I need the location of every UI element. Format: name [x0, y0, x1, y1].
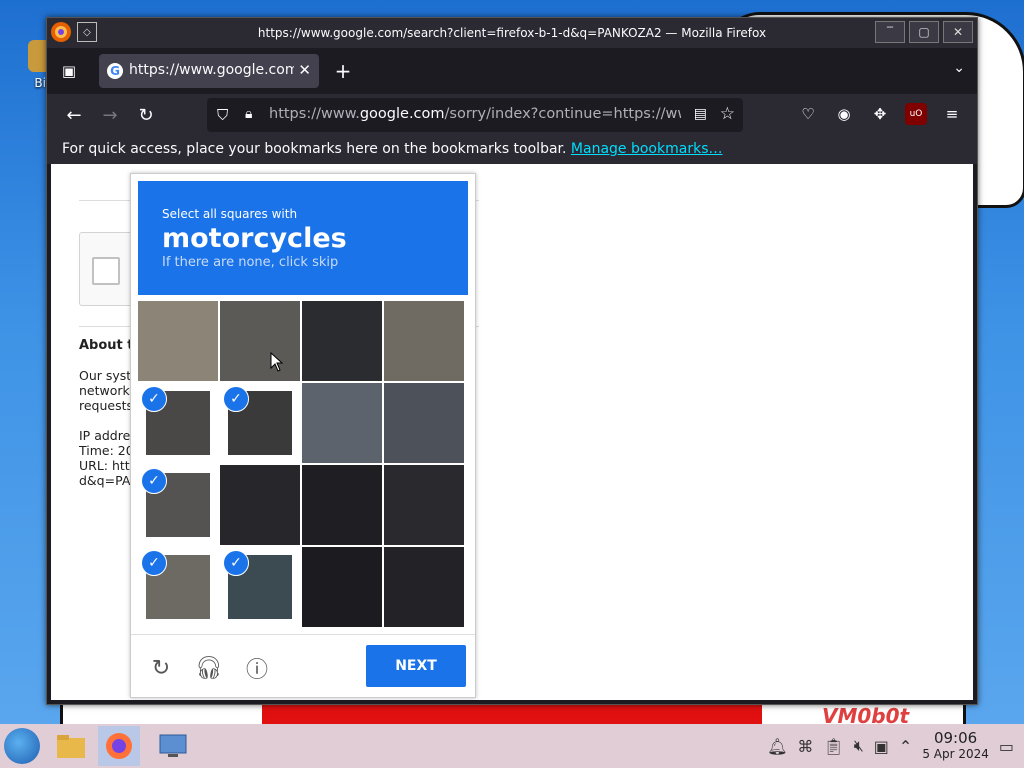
maximize-button[interactable]: ▢: [909, 21, 939, 43]
captcha-tile[interactable]: ✓: [220, 383, 300, 463]
info-icon[interactable]: ⓘ: [243, 654, 271, 683]
url-bar[interactable]: ⛉ 🔒︎ https://www.google.com/sorry/index?…: [207, 98, 743, 132]
tab-title: https://www.google.com/sorry/index?conti…: [129, 62, 294, 78]
show-desktop-icon[interactable]: ▭: [999, 737, 1014, 756]
captcha-header: Select all squares with motorcycles If t…: [138, 181, 468, 295]
captcha-tile-image: [384, 465, 464, 545]
captcha-tile[interactable]: [302, 547, 382, 627]
new-tab-button[interactable]: +: [331, 59, 355, 83]
captcha-tile-image: [384, 547, 464, 627]
captcha-tile[interactable]: [384, 383, 464, 463]
minimize-button[interactable]: ‾: [875, 21, 905, 43]
start-menu-icon[interactable]: [4, 728, 40, 764]
bookmarks-toolbar: For quick access, place your bookmarks h…: [47, 136, 977, 164]
tab-google[interactable]: G https://www.google.com/sorry/index?con…: [99, 54, 319, 88]
captcha-tile-image: [302, 383, 382, 463]
url-rest: /sorry/index?continue=https://www.google…: [444, 106, 681, 122]
taskbar: 🔔︎ ⌘ 📋︎ 🔇︎ ▣ ⌃ 09:06 5 Apr 2024 ▭: [0, 724, 1024, 768]
captcha-tile-image: [220, 465, 300, 545]
extensions-icon[interactable]: ✥: [869, 103, 891, 125]
captcha-tile[interactable]: [384, 465, 464, 545]
window-title: https://www.google.com/search?client=fir…: [257, 26, 767, 40]
bookmark-star-icon[interactable]: ☆: [720, 104, 735, 124]
clock-time: 09:06: [933, 729, 978, 747]
captcha-tile[interactable]: ✓: [138, 383, 218, 463]
audio-challenge-icon[interactable]: 🎧︎: [195, 654, 223, 682]
captcha-tile[interactable]: ✓: [138, 465, 218, 545]
list-all-tabs-icon[interactable]: ⌄: [953, 60, 965, 76]
tab-bar: ▣ G https://www.google.com/sorry/index?c…: [47, 48, 977, 94]
pocket-icon[interactable]: ♡: [797, 103, 819, 125]
captcha-grid: ✓ ✓ ✓ ✓ ✓: [138, 301, 468, 631]
navigation-toolbar: ← → ↻ ⛉ 🔒︎ https://www.google.com/sorry/…: [47, 94, 977, 136]
captcha-tile[interactable]: [302, 465, 382, 545]
show-hidden-icons-icon[interactable]: ⌃: [899, 737, 912, 756]
captcha-tile[interactable]: [302, 301, 382, 381]
captcha-tile-image: [384, 301, 464, 381]
ublock-origin-icon[interactable]: uO: [905, 103, 927, 125]
clock-date: 5 Apr 2024: [922, 747, 989, 761]
tracking-protection-icon[interactable]: ⛉: [217, 106, 228, 124]
captcha-target: motorcycles: [162, 223, 347, 254]
bookmarks-message: For quick access, place your bookmarks h…: [62, 141, 571, 157]
captcha-tile[interactable]: ✓: [138, 547, 218, 627]
captcha-instruction: Select all squares with: [162, 207, 298, 221]
captcha-tile[interactable]: [220, 465, 300, 545]
tab-list-icon[interactable]: ▣: [57, 60, 81, 82]
url-domain: google.com: [359, 106, 445, 122]
file-manager-icon[interactable]: [50, 726, 92, 766]
captcha-tile[interactable]: [384, 301, 464, 381]
close-button[interactable]: ✕: [943, 21, 973, 43]
firefox-taskbar-icon[interactable]: [98, 726, 140, 766]
wallpaper-text: VM0b0t: [822, 704, 910, 724]
mouse-cursor-icon: [270, 352, 284, 372]
notifications-icon[interactable]: 🔔︎: [767, 737, 787, 756]
checkmark-icon: ✓: [141, 468, 167, 494]
clock[interactable]: 09:06 5 Apr 2024: [922, 730, 989, 762]
next-button[interactable]: NEXT: [366, 645, 466, 687]
url-text[interactable]: https://www.google.com/sorry/index?conti…: [269, 106, 681, 122]
captcha-tile[interactable]: ✓: [220, 547, 300, 627]
checkmark-icon: ✓: [141, 386, 167, 412]
captcha-tile-image: [384, 383, 464, 463]
captcha-tile[interactable]: [302, 383, 382, 463]
captcha-tile-image: [302, 547, 382, 627]
captcha-tile-image: [138, 301, 218, 381]
captcha-tile[interactable]: [384, 547, 464, 627]
clipboard-icon[interactable]: 📋︎: [823, 737, 843, 756]
system-tray: 🔔︎ ⌘ 📋︎ 🔇︎ ▣ ⌃ 09:06 5 Apr 2024 ▭: [767, 724, 1024, 768]
checkmark-icon: ✓: [223, 386, 249, 412]
google-favicon-icon: G: [107, 63, 123, 79]
reader-view-icon[interactable]: ▤: [694, 106, 707, 122]
captcha-tile-image: [302, 301, 382, 381]
forward-button[interactable]: →: [97, 102, 123, 128]
captcha-challenge: Select all squares with motorcycles If t…: [130, 173, 476, 698]
captcha-tile-image: [302, 465, 382, 545]
recaptcha-checkbox[interactable]: [92, 257, 120, 285]
volume-muted-icon[interactable]: 🔇︎: [854, 736, 864, 756]
network-icon[interactable]: ⌘: [797, 737, 813, 756]
captcha-tile[interactable]: [220, 301, 300, 381]
captcha-footer: ↻ 🎧︎ ⓘ NEXT: [131, 634, 475, 698]
account-icon[interactable]: ◉: [833, 103, 855, 125]
keyboard-layout-icon[interactable]: ▣: [874, 737, 889, 756]
captcha-tile-image: [220, 301, 300, 381]
captcha-tile[interactable]: [138, 301, 218, 381]
reload-challenge-icon[interactable]: ↻: [147, 654, 175, 682]
back-button[interactable]: ←: [61, 102, 87, 128]
url-prefix: https://www.: [269, 106, 360, 122]
title-bar[interactable]: ◇ https://www.google.com/search?client=f…: [47, 18, 977, 48]
manage-bookmarks-link[interactable]: Manage bookmarks…: [571, 141, 723, 157]
tab-close-icon[interactable]: ✕: [298, 61, 311, 79]
captcha-hint: If there are none, click skip: [162, 255, 339, 270]
menu-icon[interactable]: ≡: [941, 103, 963, 125]
system-settings-icon[interactable]: [152, 726, 194, 766]
lock-icon[interactable]: 🔒︎: [245, 106, 252, 122]
checkmark-icon: ✓: [141, 550, 167, 576]
reload-button[interactable]: ↻: [133, 102, 159, 128]
checkmark-icon: ✓: [223, 550, 249, 576]
